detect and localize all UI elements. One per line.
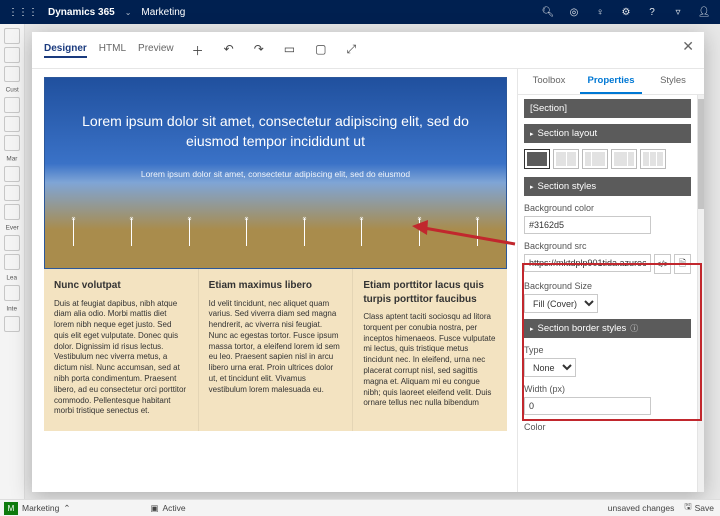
close-icon[interactable]: ✕: [682, 38, 694, 55]
gear-icon[interactable]: ⚙︎: [618, 7, 634, 18]
record-icon[interactable]: ◎: [566, 7, 582, 18]
footer-area[interactable]: Marketing: [22, 503, 59, 513]
nav-icon[interactable]: [4, 66, 20, 82]
bgsrc-label: Background src: [524, 241, 691, 251]
properties-panel: Toolbox Properties Styles [Section] Sect…: [517, 69, 704, 492]
layout-2col[interactable]: [553, 149, 579, 169]
nav-icon[interactable]: [4, 285, 20, 301]
chevron-down-icon[interactable]: ⌄: [125, 8, 132, 17]
footer-status: Active: [162, 503, 185, 513]
help-icon[interactable]: ?: [644, 7, 660, 18]
nav-icon[interactable]: [4, 204, 20, 220]
nav-icon[interactable]: [4, 254, 20, 270]
area-badge[interactable]: M: [4, 502, 18, 515]
tab-toolbox[interactable]: Toolbox: [518, 69, 580, 94]
bgcolor-label: Background color: [524, 203, 691, 213]
app-header: ⋮⋮⋮ Dynamics 365 ⌄ Marketing 🔍︎ ◎ ♀ ⚙︎ ?…: [0, 0, 720, 24]
borderwidth-label: Width (px): [524, 384, 691, 394]
devices-icon[interactable]: ▢: [315, 42, 326, 59]
columns-block[interactable]: Nunc volutpat Duis at feugiat dapibus, ni…: [44, 269, 507, 431]
bordertype-label: Type: [524, 345, 691, 355]
col-body: Class aptent taciti sociosqu ad litora t…: [363, 312, 497, 409]
nav-icon[interactable]: [4, 185, 20, 201]
nav-icon[interactable]: [4, 166, 20, 182]
panel-scrollbar[interactable]: [697, 95, 704, 492]
add-icon[interactable]: ＋: [192, 42, 204, 59]
nav-icon[interactable]: [4, 135, 20, 151]
bgsize-select[interactable]: Fill (Cover): [524, 294, 598, 313]
nav-label: Mar: [6, 155, 17, 162]
user-icon[interactable]: 👤︎: [696, 7, 712, 18]
bgcolor-input[interactable]: [524, 216, 651, 234]
nav-icon[interactable]: [4, 235, 20, 251]
borderwidth-input[interactable]: [524, 397, 651, 415]
tab-styles[interactable]: Styles: [642, 69, 704, 94]
save-icon[interactable]: 🖫︎: [684, 501, 691, 515]
layout-1col[interactable]: [524, 149, 550, 169]
nav-icon[interactable]: [4, 116, 20, 132]
designer-modal: ✕ Designer HTML Preview ＋ ↶ ↷ ▭ ▢ ⤢ Sect…: [32, 32, 704, 492]
tab-html[interactable]: HTML: [99, 43, 126, 58]
app-area: Marketing: [141, 7, 185, 18]
nav-label: Inte: [7, 305, 18, 312]
group-layout[interactable]: Section layout: [524, 124, 691, 143]
layout-12col[interactable]: [582, 149, 608, 169]
designer-toolbar: Designer HTML Preview ＋ ↶ ↷ ▭ ▢ ⤢: [32, 32, 704, 69]
fullscreen-icon[interactable]: ⤢: [346, 42, 356, 59]
nav-icon[interactable]: [4, 97, 20, 113]
layout-21col[interactable]: [611, 149, 637, 169]
responsive-icon[interactable]: ▭: [284, 42, 295, 59]
designer-tabs: Designer HTML Preview: [44, 43, 174, 58]
nav-label: Ever: [5, 224, 18, 231]
search-icon[interactable]: 🔍︎: [540, 7, 556, 18]
col-heading: Nunc volutpat: [54, 279, 188, 293]
app-name: Dynamics 365: [48, 7, 115, 18]
panel-tabs: Toolbox Properties Styles: [518, 69, 704, 95]
hero-image: [45, 218, 506, 246]
col-body: Duis at feugiat dapibus, nibh atque diam…: [54, 299, 188, 418]
tab-preview[interactable]: Preview: [138, 43, 174, 58]
col-heading: Etiam maximus libero: [209, 279, 343, 293]
status-bar: M Marketing ⌃ ▣ Active unsaved changes 🖫…: [0, 499, 720, 516]
nav-icon[interactable]: [4, 47, 20, 63]
code-icon[interactable]: </>: [654, 254, 671, 274]
hero-block[interactable]: Lorem ipsum dolor sit amet, consectetur …: [45, 78, 506, 268]
bgsize-label: Background Size: [524, 281, 691, 291]
nav-icon[interactable]: [4, 28, 20, 44]
nav-icon[interactable]: [4, 316, 20, 332]
bgsrc-input[interactable]: [524, 254, 651, 272]
tab-properties[interactable]: Properties: [580, 69, 642, 94]
undo-icon[interactable]: ↶: [224, 42, 234, 59]
filter-icon[interactable]: ▿: [670, 7, 686, 18]
hero-headline: Lorem ipsum dolor sit amet, consectetur …: [73, 112, 478, 151]
tab-designer[interactable]: Designer: [44, 43, 87, 58]
col-heading: Etiam porttitor lacus quis turpis portti…: [363, 279, 497, 306]
bordertype-select[interactable]: None: [524, 358, 576, 377]
hero-sub: Lorem ipsum dolor sit amet, consectetur …: [73, 169, 478, 179]
grid-icon[interactable]: ⋮⋮⋮: [8, 7, 38, 18]
group-styles[interactable]: Section styles: [524, 177, 691, 196]
group-border[interactable]: Section border styles ⓘ: [524, 319, 691, 338]
breadcrumb: [Section]: [524, 99, 691, 118]
bordercolor-label: Color: [524, 422, 691, 432]
nav-label: Lea: [7, 274, 18, 281]
nav-label: Cust: [5, 86, 18, 93]
save-button[interactable]: Save: [695, 503, 714, 513]
layout-3col[interactable]: [640, 149, 666, 169]
left-nav: Cust Mar Ever Lea Inte: [0, 24, 25, 500]
selected-section[interactable]: Section ⊕ 🗑︎ Lorem ipsum dolor sit amet,…: [44, 77, 507, 269]
col-body: Id velit tincidunt, nec aliquet quam var…: [209, 299, 343, 396]
browse-icon[interactable]: 🗎︎: [674, 254, 691, 274]
bulb-icon[interactable]: ♀: [592, 7, 608, 18]
redo-icon[interactable]: ↷: [254, 42, 264, 59]
footer-msg: unsaved changes: [608, 503, 675, 513]
design-canvas[interactable]: Section ⊕ 🗑︎ Lorem ipsum dolor sit amet,…: [32, 69, 517, 492]
